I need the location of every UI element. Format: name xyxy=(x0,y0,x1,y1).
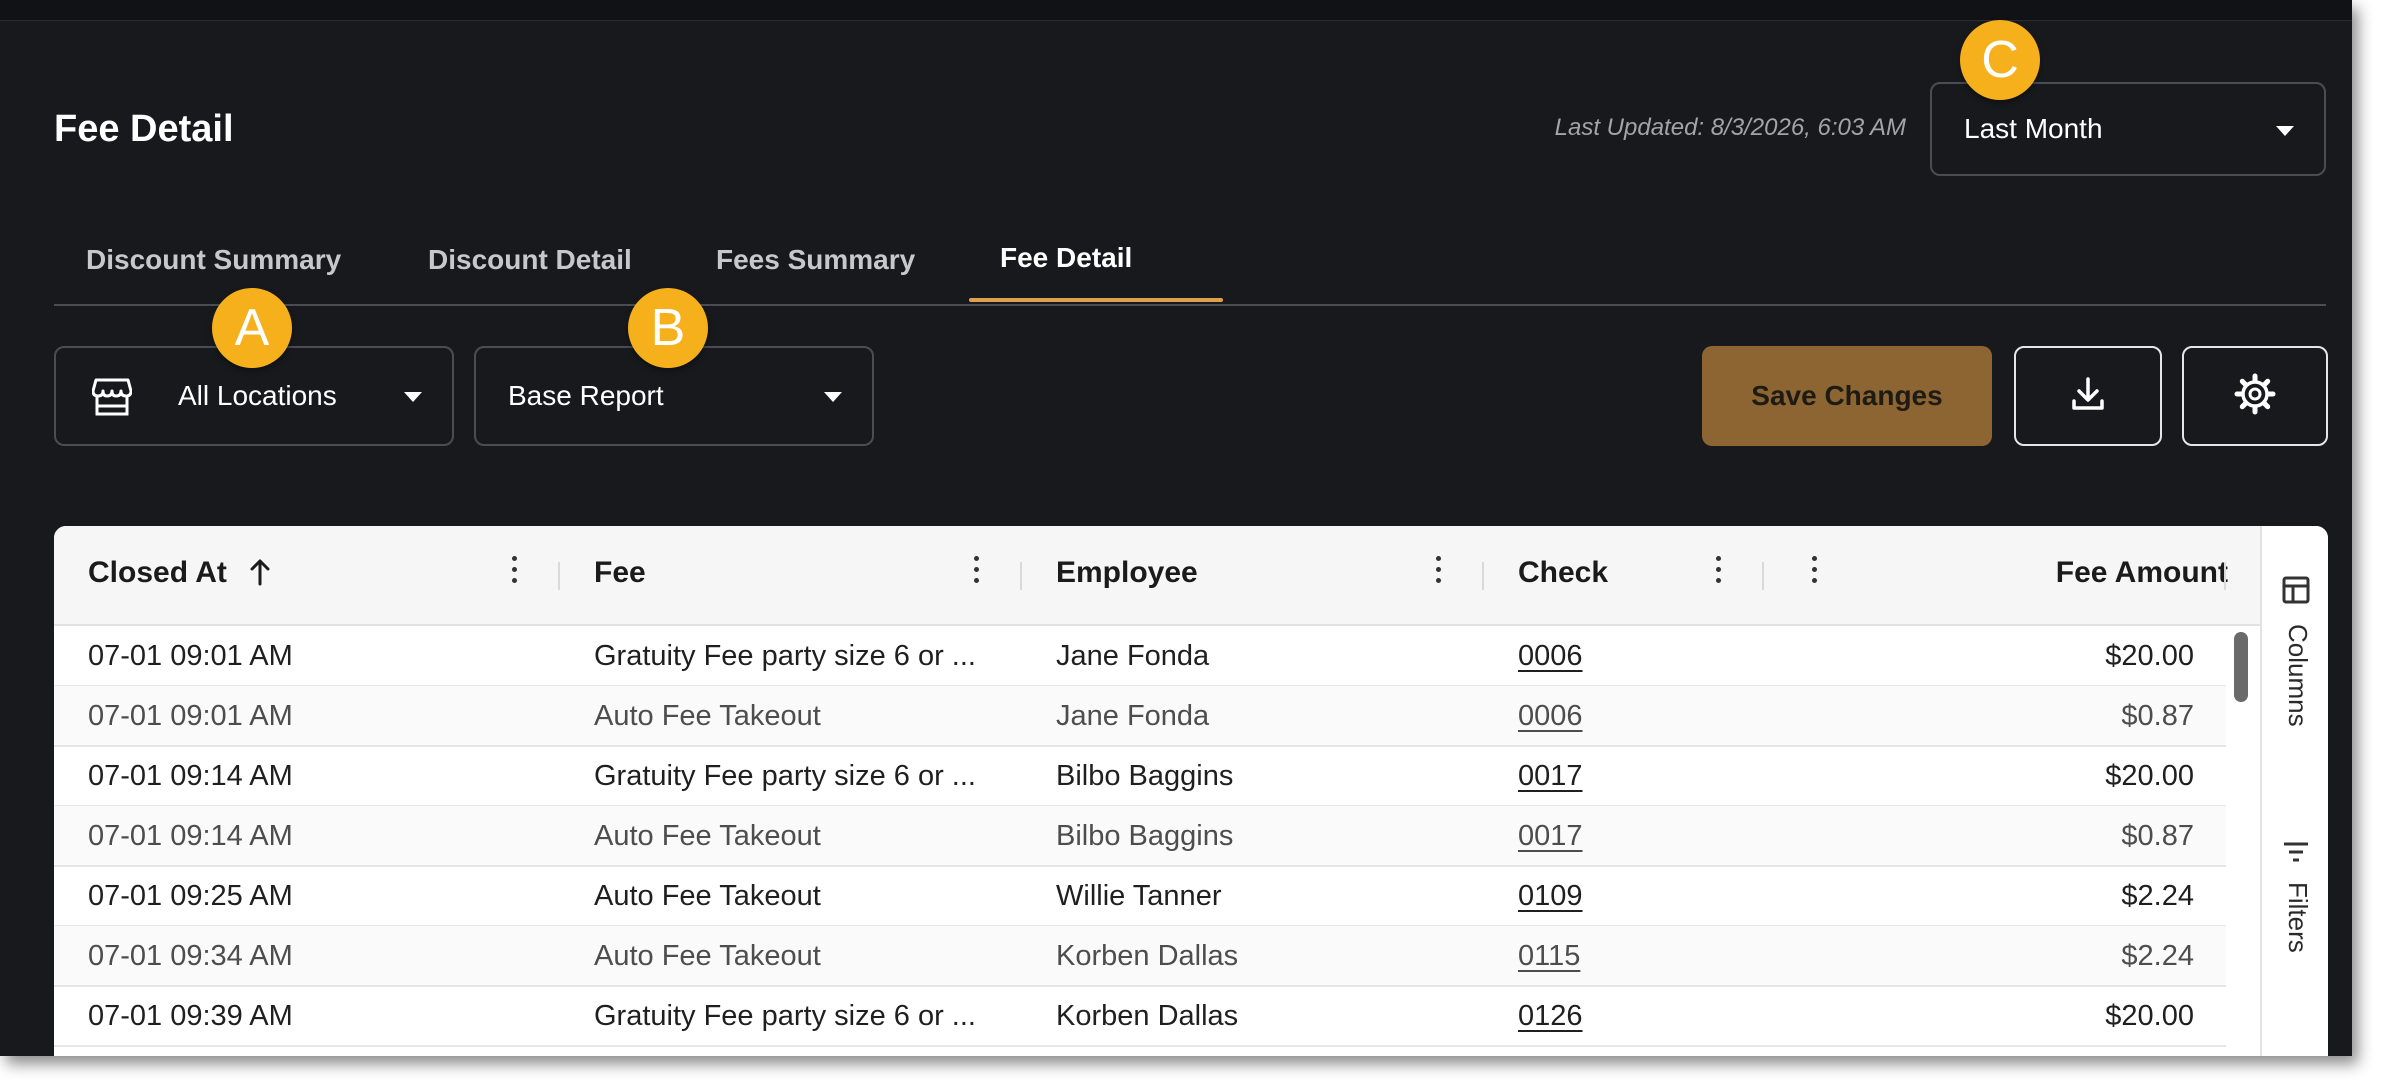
check-link[interactable]: 0115 xyxy=(1518,940,1580,973)
cell-fee: Gratuity Fee party size 6 or ... xyxy=(594,640,976,672)
column-menu-icon[interactable] xyxy=(1812,556,1818,592)
column-header-closed-at[interactable]: Closed At xyxy=(88,556,271,594)
cell-fee-amount: $2.24 xyxy=(2121,940,2194,972)
cell-fee: Gratuity Fee party size 6 or ... xyxy=(594,1000,976,1032)
table-row[interactable]: 07-01 09:14 AM Auto Fee Takeout Bilbo Bagg… xyxy=(54,806,2226,867)
cell-closed-at: 07-01 09:14 AM xyxy=(88,760,293,792)
cell-closed-at: 07-01 09:39 AM xyxy=(88,1000,293,1032)
table-row[interactable]: 07-01 09:39 AM Gratuity Fee party size 6 … xyxy=(54,986,2226,1047)
table-header: Closed At Fee Employee Check Fee Amount xyxy=(54,526,2260,626)
cell-closed-at: 07-01 09:14 AM xyxy=(88,820,293,852)
column-header-employee[interactable]: Employee xyxy=(1056,556,1198,590)
column-separator xyxy=(1020,562,1022,590)
page-title: Fee Detail xyxy=(54,108,234,150)
filter-icon xyxy=(2282,840,2310,869)
cell-closed-at: 07-01 09:34 AM xyxy=(88,940,293,972)
cell-fee: Auto Fee Takeout xyxy=(594,880,821,912)
fee-detail-table: Closed At Fee Employee Check Fee Amount … xyxy=(54,526,2328,1056)
tab-discount-detail[interactable]: Discount Detail xyxy=(428,244,632,276)
cell-closed-at: 07-01 09:01 AM xyxy=(88,700,293,732)
tab-fees-summary[interactable]: Fees Summary xyxy=(716,244,915,276)
cell-employee: Korben Dallas xyxy=(1056,1000,1239,1032)
cell-fee-amount: $2.24 xyxy=(2121,880,2194,912)
cell-fee-amount: $20.00 xyxy=(2105,640,2194,672)
callout-marker-c: C xyxy=(1960,20,2040,100)
callout-marker-b: B xyxy=(628,288,708,368)
table-row[interactable]: 07-01 09:25 AM Auto Fee Takeout Willie Tan… xyxy=(54,866,2226,927)
sort-ascending-icon xyxy=(249,558,271,594)
column-menu-icon[interactable] xyxy=(512,556,518,592)
table-row[interactable]: 07-01 09:14 AM Gratuity Fee party size 6 … xyxy=(54,746,2226,807)
chevron-down-icon xyxy=(824,392,842,402)
filters-label: Filters xyxy=(2283,882,2313,953)
callout-marker-a: A xyxy=(212,288,292,368)
cell-employee: Bilbo Baggins xyxy=(1056,820,1234,852)
check-link[interactable]: 0109 xyxy=(1518,880,1583,913)
column-separator xyxy=(2224,562,2226,590)
filters-panel-toggle[interactable]: Filters xyxy=(2262,840,2328,990)
column-separator xyxy=(1482,562,1484,590)
table-row[interactable]: 07-01 09:01 AM Gratuity Fee party size 6 … xyxy=(54,626,2226,687)
column-menu-icon[interactable] xyxy=(1436,556,1442,592)
cell-fee: Auto Fee Takeout xyxy=(594,940,821,972)
side-panel: Columns Filters xyxy=(2260,526,2328,1056)
columns-label: Columns xyxy=(2283,624,2313,727)
tab-fee-detail[interactable]: Fee Detail xyxy=(1000,242,1132,274)
save-changes-button[interactable]: Save Changes xyxy=(1702,346,1992,446)
column-header-check[interactable]: Check xyxy=(1518,556,1608,590)
download-button[interactable] xyxy=(2014,346,2162,446)
column-header-fee[interactable]: Fee xyxy=(594,556,646,590)
check-link[interactable]: 0006 xyxy=(1518,640,1583,673)
top-strip xyxy=(0,0,2352,21)
cell-employee: Korben Dallas xyxy=(1056,940,1239,972)
cell-employee: Jane Fonda xyxy=(1056,640,1210,672)
cell-employee: Jane Fonda xyxy=(1056,700,1210,732)
columns-panel-toggle[interactable]: Columns xyxy=(2262,576,2328,746)
check-link[interactable]: 0017 xyxy=(1518,760,1583,793)
cell-fee-amount: $20.00 xyxy=(2105,1000,2194,1032)
app-window: Fee Detail Last Updated: 8/3/2026, 6:03 … xyxy=(0,0,2352,1056)
location-select-value: All Locations xyxy=(178,380,337,411)
chevron-down-icon xyxy=(404,392,422,402)
column-menu-icon[interactable] xyxy=(974,556,980,592)
cell-closed-at: 07-01 09:01 AM xyxy=(88,640,293,672)
column-header-fee-amount[interactable]: Fee Amount xyxy=(2056,556,2228,590)
report-tabs: Discount Summary Discount Detail Fees Su… xyxy=(54,230,2326,306)
table-row[interactable]: 07-01 09:34 AM Auto Fee Takeout Korben Dal… xyxy=(54,926,2226,987)
columns-icon xyxy=(2282,576,2310,609)
report-select-value: Base Report xyxy=(508,380,664,411)
check-link[interactable]: 0006 xyxy=(1518,700,1583,733)
check-link[interactable]: 0017 xyxy=(1518,820,1583,853)
cell-fee: Gratuity Fee party size 6 or ... xyxy=(594,760,976,792)
active-tab-indicator xyxy=(969,298,1223,302)
cell-fee-amount: $0.87 xyxy=(2121,820,2194,852)
column-separator xyxy=(1762,562,1764,590)
column-header-label: Closed At xyxy=(88,556,227,589)
table-row[interactable]: 07-01 09:01 AM Auto Fee Takeout Jane Fonda… xyxy=(54,686,2226,747)
gear-icon xyxy=(2234,373,2276,420)
chevron-down-icon xyxy=(2276,126,2294,136)
download-icon xyxy=(2069,375,2107,418)
last-updated-text: Last Updated: 8/3/2026, 6:03 AM xyxy=(1554,114,1906,141)
period-select-value: Last Month xyxy=(1964,113,2103,144)
cell-fee-amount: $0.87 xyxy=(2121,700,2194,732)
vertical-scrollbar[interactable] xyxy=(2234,632,2248,702)
cell-closed-at: 07-01 09:25 AM xyxy=(88,880,293,912)
column-separator xyxy=(558,562,560,590)
cell-fee-amount: $20.00 xyxy=(2105,760,2194,792)
column-menu-icon[interactable] xyxy=(1716,556,1722,592)
cell-employee: Willie Tanner xyxy=(1056,880,1222,912)
tab-discount-summary[interactable]: Discount Summary xyxy=(86,244,341,276)
cell-fee: Auto Fee Takeout xyxy=(594,820,821,852)
cell-fee: Auto Fee Takeout xyxy=(594,700,821,732)
settings-button[interactable] xyxy=(2182,346,2328,446)
cell-employee: Bilbo Baggins xyxy=(1056,760,1234,792)
check-link[interactable]: 0126 xyxy=(1518,1000,1583,1033)
store-icon xyxy=(91,378,133,423)
